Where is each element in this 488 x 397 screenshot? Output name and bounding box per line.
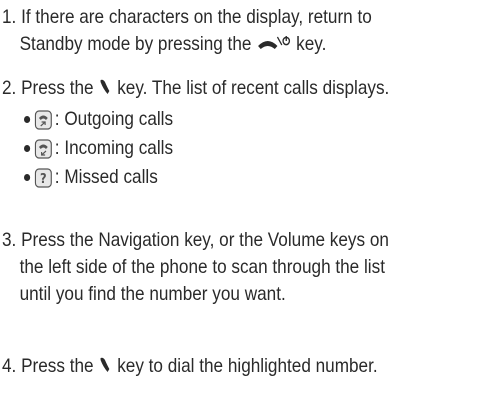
missed-calls-label: : Missed calls (54, 166, 158, 188)
step-1-text-line-1: If there are characters on the display, … (21, 6, 372, 28)
step-4-text-before-key: Press the (21, 355, 94, 377)
step-4-line-1: 4. Press the key to dial the highlighted… (2, 353, 430, 380)
step-1-text-after-key: key. (296, 33, 327, 55)
missed-calls-icon: ? (34, 167, 53, 188)
step-1: 1. If there are characters on the displa… (2, 4, 430, 58)
step-1-line-2: Standby mode by pressing the key. (2, 31, 430, 58)
bullet-dot (24, 174, 31, 181)
step-1-number: 1. (2, 6, 17, 28)
step-3-text-line-2: the left side of the phone to scan throu… (19, 256, 385, 278)
step-4: 4. Press the key to dial the highlighted… (2, 353, 430, 380)
list-item: : Incoming calls (24, 135, 411, 162)
incoming-calls-icon (34, 138, 53, 159)
step-4-text-after-key: key to dial the highlighted number. (117, 355, 378, 377)
call-type-list: : Outgoing calls : Incoming calls ?: Mi… (24, 104, 411, 191)
step-3-text-line-1: Press the Navigation key, or the Volume … (21, 229, 389, 251)
outgoing-calls-label: : Outgoing calls (54, 108, 174, 130)
step-3-line-3: until you find the number you want. (2, 281, 430, 308)
step-3: 3. Press the Navigation key, or the Volu… (2, 227, 430, 308)
step-1-line-1: 1. If there are characters on the displa… (2, 4, 430, 31)
send-key-icon (98, 78, 112, 96)
step-3-number: 3. (2, 229, 17, 251)
step-3-text-line-3: until you find the number you want. (19, 283, 286, 305)
step-4-number: 4. (2, 355, 17, 377)
step-3-line-1: 3. Press the Navigation key, or the Volu… (2, 227, 430, 254)
step-2-line-1: 2. Press the key. The list of recent cal… (2, 75, 430, 102)
step-1-text-line-2: Standby mode by pressing the (19, 33, 252, 55)
step-2-text-before-key: Press the (21, 77, 94, 99)
list-item: : Outgoing calls (24, 106, 411, 133)
list-item: ? : Missed calls (24, 164, 411, 191)
bullet-dot (24, 145, 31, 152)
instruction-page: 1. If there are characters on the displa… (0, 0, 488, 397)
svg-text:?: ? (40, 171, 47, 186)
end-power-key-icon (256, 34, 291, 52)
outgoing-calls-icon (34, 109, 53, 130)
step-2-number: 2. (2, 77, 17, 99)
step-2: 2. Press the key. The list of recent cal… (2, 75, 430, 102)
incoming-calls-label: : Incoming calls (54, 137, 174, 159)
bullet-dot (24, 116, 31, 123)
step-2-text-after-key: key. The list of recent calls displays. (117, 77, 390, 99)
send-key-icon (98, 356, 112, 374)
step-3-line-2: the left side of the phone to scan throu… (2, 254, 430, 281)
